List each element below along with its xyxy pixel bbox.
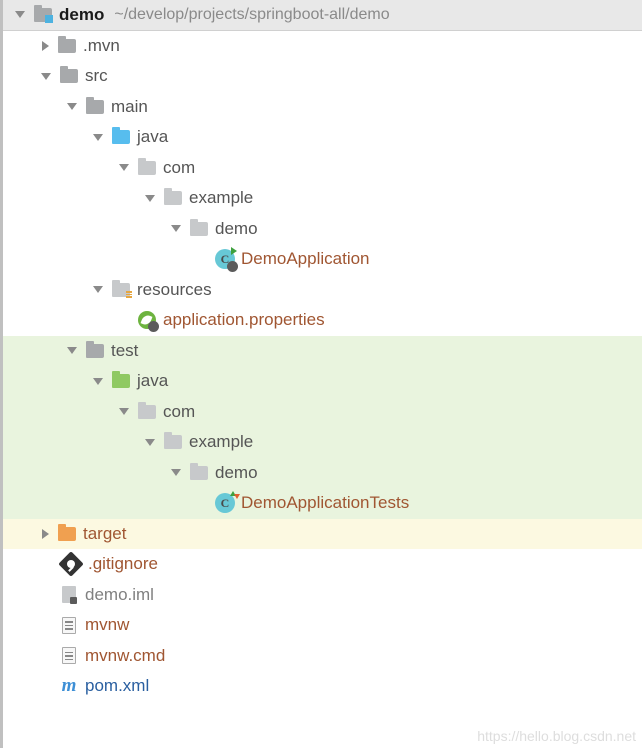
no-arrow-spacer bbox=[39, 620, 53, 630]
project-path-label: ~/develop/projects/springboot-all/demo bbox=[114, 6, 389, 24]
folder-label: com bbox=[163, 158, 195, 178]
folder-main[interactable]: main bbox=[3, 92, 642, 123]
file-label: mvnw.cmd bbox=[85, 646, 165, 666]
package-icon bbox=[163, 189, 183, 207]
package-icon bbox=[189, 464, 209, 482]
chevron-right-icon[interactable] bbox=[42, 41, 49, 51]
folder-icon bbox=[85, 98, 105, 116]
folder-example-test[interactable]: example bbox=[3, 427, 642, 458]
chevron-down-icon[interactable] bbox=[119, 408, 129, 415]
no-arrow-spacer bbox=[195, 254, 209, 264]
folder-label: java bbox=[137, 371, 168, 391]
folder-example-main[interactable]: example bbox=[3, 183, 642, 214]
folder-label: example bbox=[189, 432, 253, 452]
file-gitignore[interactable]: .gitignore bbox=[3, 549, 642, 580]
folder-demo-main[interactable]: demo bbox=[3, 214, 642, 245]
package-icon bbox=[137, 159, 157, 177]
file-demo-application-tests[interactable]: C DemoApplicationTests bbox=[3, 488, 642, 519]
folder-label: target bbox=[83, 524, 126, 544]
chevron-down-icon[interactable] bbox=[145, 195, 155, 202]
chevron-down-icon[interactable] bbox=[171, 225, 181, 232]
folder-icon bbox=[57, 37, 77, 55]
chevron-down-icon[interactable] bbox=[67, 103, 77, 110]
folder-java-main[interactable]: java bbox=[3, 122, 642, 153]
folder-label: com bbox=[163, 402, 195, 422]
file-pom-xml[interactable]: m pom.xml bbox=[3, 671, 642, 702]
folder-mvn[interactable]: .mvn bbox=[3, 31, 642, 62]
file-label: mvnw bbox=[85, 615, 129, 635]
package-icon bbox=[189, 220, 209, 238]
test-class-icon: C bbox=[215, 494, 235, 512]
resources-folder-icon bbox=[111, 281, 131, 299]
file-label: application.properties bbox=[163, 310, 325, 330]
excluded-folder-icon bbox=[57, 525, 77, 543]
maven-icon: m bbox=[59, 677, 79, 695]
folder-icon bbox=[33, 6, 53, 24]
folder-label: java bbox=[137, 127, 168, 147]
test-source-folder-icon bbox=[111, 372, 131, 390]
folder-target[interactable]: target bbox=[3, 519, 642, 550]
chevron-down-icon[interactable] bbox=[67, 347, 77, 354]
project-name-label: demo bbox=[59, 5, 104, 25]
folder-label: test bbox=[111, 341, 138, 361]
file-application-properties[interactable]: application.properties bbox=[3, 305, 642, 336]
project-root-row[interactable]: demo ~/develop/projects/springboot-all/d… bbox=[3, 0, 642, 31]
no-arrow-spacer bbox=[39, 590, 53, 600]
package-icon bbox=[137, 403, 157, 421]
folder-label: resources bbox=[137, 280, 212, 300]
iml-file-icon bbox=[59, 586, 79, 604]
chevron-down-icon[interactable] bbox=[145, 439, 155, 446]
file-label: DemoApplicationTests bbox=[241, 493, 409, 513]
chevron-down-icon[interactable] bbox=[171, 469, 181, 476]
spring-config-icon bbox=[137, 311, 157, 329]
chevron-down-icon[interactable] bbox=[15, 11, 25, 18]
folder-label: .mvn bbox=[83, 36, 120, 56]
folder-icon bbox=[85, 342, 105, 360]
spring-boot-class-icon: C bbox=[215, 250, 235, 268]
folder-label: src bbox=[85, 66, 108, 86]
file-label: DemoApplication bbox=[241, 249, 370, 269]
folder-com-main[interactable]: com bbox=[3, 153, 642, 184]
folder-demo-test[interactable]: demo bbox=[3, 458, 642, 489]
chevron-down-icon[interactable] bbox=[41, 73, 51, 80]
folder-com-test[interactable]: com bbox=[3, 397, 642, 428]
folder-icon bbox=[59, 67, 79, 85]
folder-java-test[interactable]: java bbox=[3, 366, 642, 397]
file-mvnw-cmd[interactable]: mvnw.cmd bbox=[3, 641, 642, 672]
no-arrow-spacer bbox=[195, 498, 209, 508]
test-sources-group: test java com example demo C D bbox=[3, 336, 642, 519]
folder-label: demo bbox=[215, 219, 258, 239]
gitignore-icon bbox=[59, 555, 82, 573]
no-arrow-spacer bbox=[39, 559, 53, 569]
folder-src[interactable]: src bbox=[3, 61, 642, 92]
file-label: .gitignore bbox=[88, 554, 158, 574]
file-demo-iml[interactable]: demo.iml bbox=[3, 580, 642, 611]
file-demo-application[interactable]: C DemoApplication bbox=[3, 244, 642, 275]
source-folder-icon bbox=[111, 128, 131, 146]
no-arrow-spacer bbox=[39, 681, 53, 691]
chevron-down-icon[interactable] bbox=[93, 134, 103, 141]
chevron-down-icon[interactable] bbox=[93, 378, 103, 385]
folder-label: main bbox=[111, 97, 148, 117]
folder-label: demo bbox=[215, 463, 258, 483]
chevron-down-icon[interactable] bbox=[119, 164, 129, 171]
chevron-down-icon[interactable] bbox=[93, 286, 103, 293]
file-label: demo.iml bbox=[85, 585, 154, 605]
folder-test[interactable]: test bbox=[3, 336, 642, 367]
chevron-right-icon[interactable] bbox=[42, 529, 49, 539]
no-arrow-spacer bbox=[39, 651, 53, 661]
no-arrow-spacer bbox=[117, 315, 131, 325]
project-tree[interactable]: demo ~/develop/projects/springboot-all/d… bbox=[0, 0, 642, 748]
text-file-icon bbox=[59, 647, 79, 665]
package-icon bbox=[163, 433, 183, 451]
folder-label: example bbox=[189, 188, 253, 208]
file-mvnw[interactable]: mvnw bbox=[3, 610, 642, 641]
text-file-icon bbox=[59, 616, 79, 634]
folder-resources[interactable]: resources bbox=[3, 275, 642, 306]
file-label: pom.xml bbox=[85, 676, 149, 696]
